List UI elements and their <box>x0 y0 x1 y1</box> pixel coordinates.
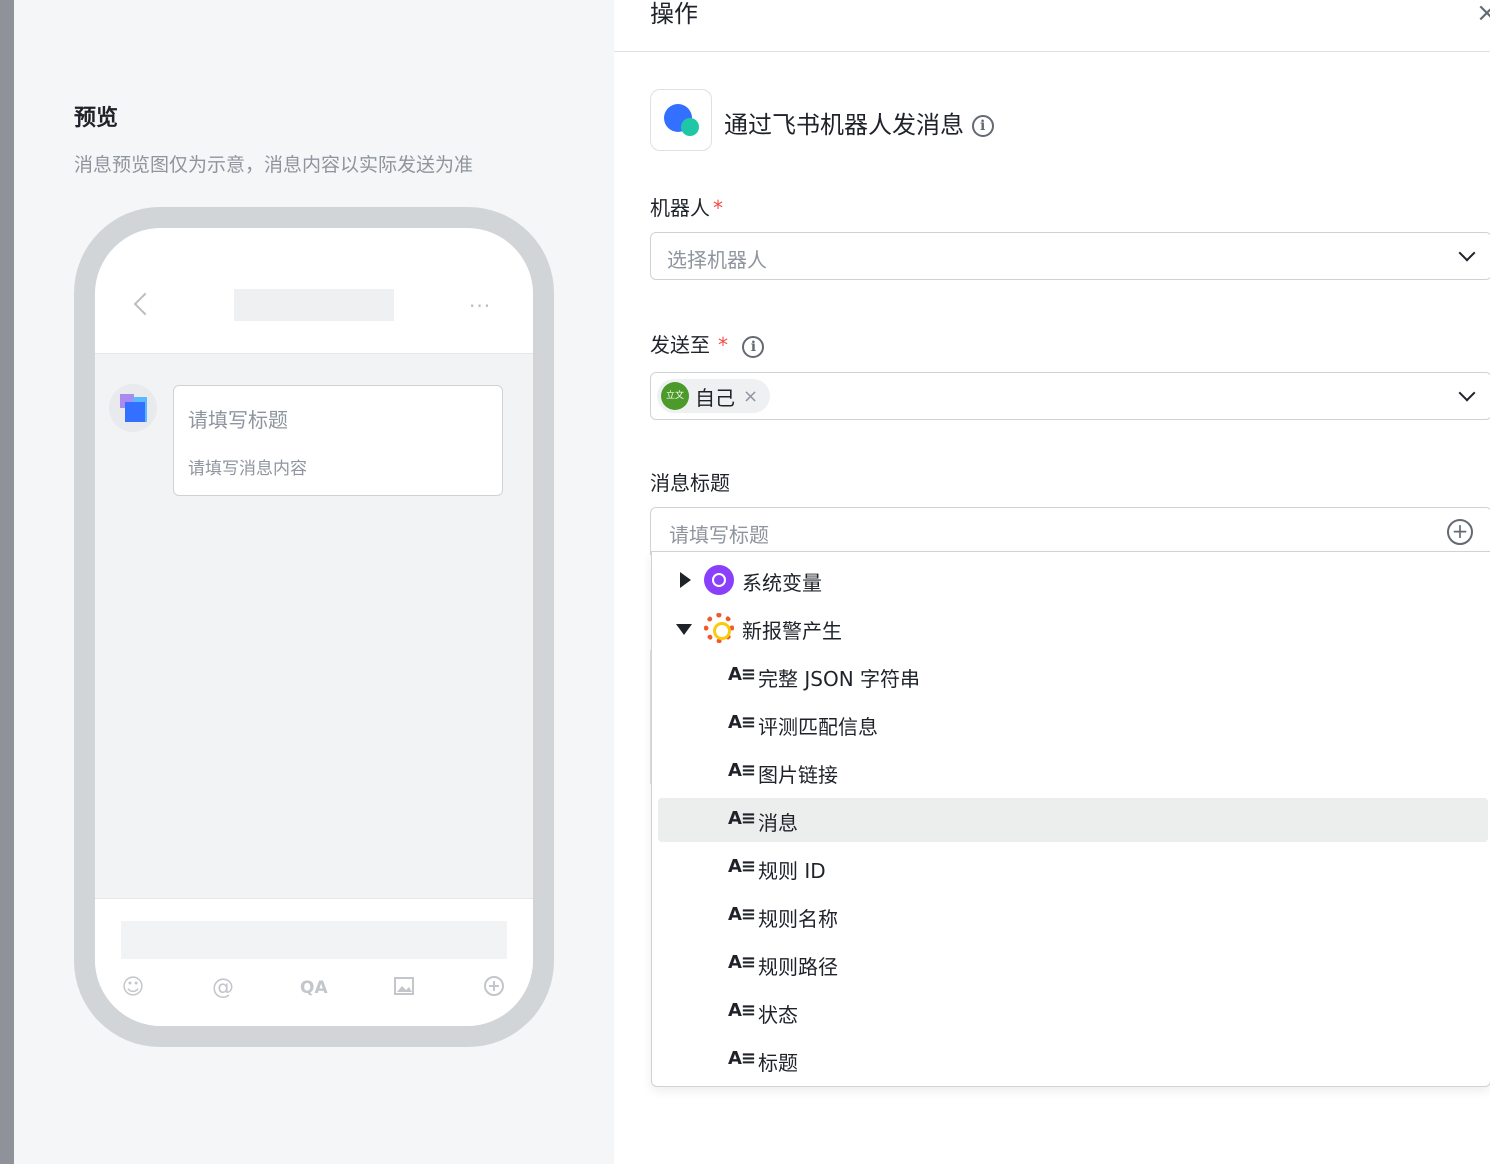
tree-item-label: 消息 <box>758 811 798 835</box>
tree-item-label: 状态 <box>758 1003 798 1027</box>
send-to-select[interactable]: 立文 自己 × <box>650 372 1490 420</box>
robot-select[interactable]: 选择机器人 <box>650 232 1490 280</box>
phone-screen: ··· 请填写标题 请填写消息内容 ☺ @ QA <box>95 228 533 1026</box>
recipient-tag-label: 自己 <box>695 385 735 410</box>
text-type-icon: A≡ <box>728 808 756 829</box>
tree-item[interactable]: A≡ 图片链接 <box>652 750 1490 794</box>
info-icon[interactable]: i <box>742 335 765 358</box>
required-mark: * <box>718 333 728 357</box>
message-title-input[interactable]: 请填写标题 + <box>650 507 1490 555</box>
bot-avatar <box>109 384 157 432</box>
tree-item[interactable]: A≡ 评测匹配信息 <box>652 702 1490 746</box>
plus-icon <box>481 975 507 1001</box>
text-type-icon: A≡ <box>728 952 756 973</box>
text-type-icon: A≡ <box>728 1048 756 1069</box>
preview-subtitle: 消息预览图仅为示意，消息内容以实际发送为准 <box>74 154 474 176</box>
smile-icon: ☺ <box>121 975 145 1000</box>
tree-group-label: 新报警产生 <box>742 619 842 643</box>
tree-item[interactable]: A≡ 完整 JSON 字符串 <box>652 654 1490 698</box>
preview-title: 预览 <box>74 106 119 131</box>
tree-item-label: 规则 ID <box>758 859 826 883</box>
more-icon: ··· <box>469 294 492 318</box>
preview-panel: 预览 消息预览图仅为示意，消息内容以实际发送为准 ··· 请填写标题 请填写消息… <box>14 0 614 1164</box>
tree-item-label: 完整 JSON 字符串 <box>758 667 921 691</box>
panel-header: 操作 × <box>614 0 1490 52</box>
back-icon <box>133 292 157 316</box>
chevron-down-icon <box>1458 244 1476 262</box>
chat-header: ··· <box>95 228 533 354</box>
robot-label: 机器人 * <box>650 196 723 220</box>
tag-close-icon[interactable]: × <box>743 386 758 407</box>
send-to-label: 发送至 * i <box>650 329 765 358</box>
action-title-text: 通过飞书机器人发消息 <box>724 111 964 139</box>
info-icon[interactable]: i <box>971 115 994 137</box>
action-title: 通过飞书机器人发消息 i <box>724 105 994 140</box>
message-title-placeholder: 请填写标题 <box>669 523 769 547</box>
tree-item[interactable]: A≡ 状态 <box>652 990 1490 1034</box>
clock-icon <box>704 565 734 595</box>
grafana-icon <box>704 613 734 643</box>
tree-group-label: 系统变量 <box>742 571 822 595</box>
caret-down-icon[interactable] <box>676 624 692 635</box>
tree-item[interactable]: A≡ 规则 ID <box>652 846 1490 890</box>
close-icon[interactable]: × <box>1476 0 1490 28</box>
robot-select-placeholder: 选择机器人 <box>667 248 767 272</box>
chat-footer: ☺ @ QA <box>95 898 533 1026</box>
text-type-icon: A≡ <box>728 760 756 781</box>
text-type-icon: A≡ <box>728 1000 756 1021</box>
image-icon <box>391 975 417 1001</box>
caret-right-icon[interactable] <box>680 572 691 588</box>
message-card-content: 请填写消息内容 <box>188 459 307 479</box>
tree-group-system-vars[interactable]: 系统变量 <box>652 558 1490 602</box>
chat-toolbar: ☺ @ QA <box>95 975 533 1005</box>
action-panel: 操作 × 通过飞书机器人发消息 i 机器人 * 选择机器人 发送至 * i 立文 自… <box>614 0 1490 1164</box>
tree-item-label: 标题 <box>758 1051 798 1075</box>
chat-title-placeholder <box>234 289 394 321</box>
message-title-label: 消息标题 <box>650 471 730 495</box>
variable-dropdown: 系统变量 新报警产生 A≡ 完整 JSON 字符串 A≡ 评测匹配信息 A≡ 图… <box>651 551 1490 1087</box>
chat-input-placeholder <box>121 921 507 959</box>
text-type-icon: A≡ <box>728 664 756 685</box>
tree-item[interactable]: A≡ 规则路径 <box>652 942 1490 986</box>
tree-item-highlighted[interactable]: A≡ 消息 <box>658 798 1488 842</box>
message-card: 请填写标题 请填写消息内容 <box>173 385 503 496</box>
required-mark: * <box>713 196 723 220</box>
recipient-tag: 立文 自己 × <box>657 379 771 413</box>
message-card-title: 请填写标题 <box>188 408 288 432</box>
text-type-icon: A≡ <box>728 856 756 877</box>
at-icon: @ <box>212 975 234 1000</box>
text-type-icon: A≡ <box>728 712 756 733</box>
avatar: 立文 <box>661 382 689 410</box>
window-edge <box>0 0 14 1164</box>
phone-mockup: ··· 请填写标题 请填写消息内容 ☺ @ QA <box>74 207 554 1047</box>
tree-item-label: 规则名称 <box>758 907 838 931</box>
tree-item-label: 评测匹配信息 <box>758 715 878 739</box>
tree-item[interactable]: A≡ 标题 <box>652 1038 1490 1082</box>
tree-item-label: 图片链接 <box>758 763 838 787</box>
panel-title: 操作 <box>650 0 698 28</box>
text-type-icon: A≡ <box>728 904 756 925</box>
chevron-down-icon <box>1458 384 1476 402</box>
tree-item-label: 规则路径 <box>758 955 838 979</box>
feishu-bot-icon <box>650 89 712 151</box>
tree-group-new-alert[interactable]: 新报警产生 <box>652 606 1490 650</box>
tree-item[interactable]: A≡ 规则名称 <box>652 894 1490 938</box>
qa-icon: QA <box>300 978 328 998</box>
add-variable-icon[interactable]: + <box>1447 519 1473 545</box>
